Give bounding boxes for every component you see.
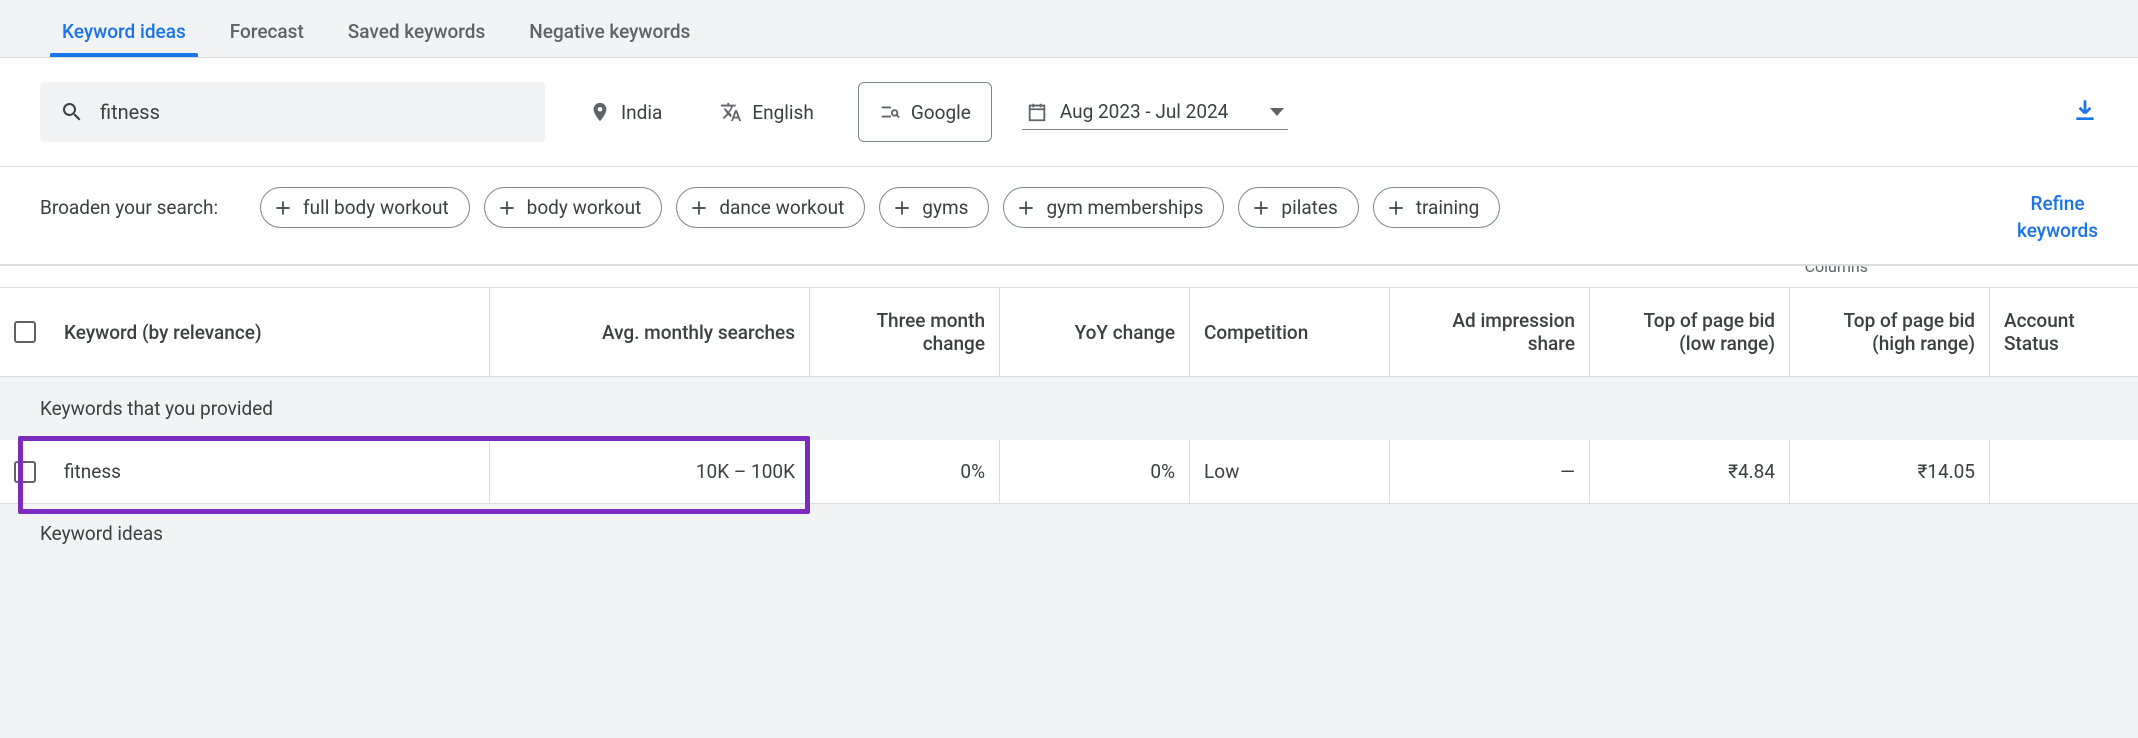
tab-forecast[interactable]: Forecast — [208, 8, 326, 57]
tabs-bar: Keyword ideas Forecast Saved keywords Ne… — [0, 0, 2138, 58]
cell-competition: Low — [1190, 440, 1390, 503]
network-value: Google — [911, 101, 971, 124]
search-value: fitness — [100, 100, 160, 124]
tab-saved-keywords[interactable]: Saved keywords — [326, 8, 508, 57]
broaden-chip-pilates[interactable]: pilates — [1238, 187, 1358, 228]
col-competition[interactable]: Competition — [1190, 288, 1390, 376]
location-filter[interactable]: India — [575, 93, 676, 132]
col-keyword[interactable]: Keyword (by relevance) — [50, 288, 490, 376]
download-button[interactable] — [2072, 97, 2098, 128]
search-settings-icon — [879, 101, 901, 123]
date-range-filter[interactable]: Aug 2023 - Jul 2024 — [1022, 94, 1289, 130]
select-all-checkbox[interactable] — [14, 321, 36, 343]
search-icon — [60, 100, 84, 124]
cell-avg: 10K – 100K — [490, 440, 810, 503]
col-account-status[interactable]: Account Status — [1990, 288, 2138, 376]
plus-icon — [1251, 198, 1271, 218]
refine-keywords-link[interactable]: Refinekeywords — [2017, 187, 2098, 244]
plus-icon — [273, 198, 293, 218]
broaden-chip-full-body-workout[interactable]: full body workout — [260, 187, 470, 228]
plus-icon — [689, 198, 709, 218]
broaden-chip-dance-workout[interactable]: dance workout — [676, 187, 865, 228]
broaden-chip-body-workout[interactable]: body workout — [484, 187, 663, 228]
tab-keyword-ideas[interactable]: Keyword ideas — [40, 8, 208, 57]
table-row: fitness 10K – 100K 0% 0% Low — ₹4.84 ₹14… — [0, 440, 2138, 504]
col-bid-high[interactable]: Top of page bid (high range) — [1790, 288, 1990, 376]
col-avg-searches[interactable]: Avg. monthly searches — [490, 288, 810, 376]
cell-keyword: fitness — [50, 440, 490, 503]
cell-yoy: 0% — [1000, 440, 1190, 503]
location-pin-icon — [589, 101, 611, 123]
broaden-row: Broaden your search: full body workout b… — [0, 167, 2138, 265]
cell-bid-low: ₹4.84 — [1590, 440, 1790, 503]
search-input[interactable]: fitness — [40, 82, 545, 142]
col-bid-low[interactable]: Top of page bid (low range) — [1590, 288, 1790, 376]
col-three-month[interactable]: Three month change — [810, 288, 1000, 376]
section-provided-label: Keywords that you provided — [0, 377, 2138, 440]
plus-icon — [1016, 198, 1036, 218]
search-row: fitness India English Google Aug 2023 - … — [0, 58, 2138, 167]
location-value: India — [621, 101, 662, 124]
translate-icon — [720, 101, 742, 123]
broaden-label: Broaden your search: — [40, 187, 220, 222]
chevron-down-icon — [1270, 108, 1284, 116]
plus-icon — [1386, 198, 1406, 218]
date-range-value: Aug 2023 - Jul 2024 — [1060, 100, 1229, 123]
section-ideas-label: Keyword ideas — [0, 504, 2138, 549]
network-filter[interactable]: Google — [858, 82, 992, 142]
cell-account — [1990, 440, 2138, 503]
row-checkbox[interactable] — [14, 461, 36, 483]
table-header: Keyword (by relevance) Avg. monthly sear… — [0, 287, 2138, 377]
cell-ad-impression: — — [1390, 440, 1590, 503]
cell-three-month: 0% — [810, 440, 1000, 503]
columns-hint: Columns — [0, 265, 2138, 287]
download-icon — [2072, 97, 2098, 123]
tab-negative-keywords[interactable]: Negative keywords — [507, 8, 712, 57]
language-filter[interactable]: English — [706, 93, 827, 132]
broaden-chip-gyms[interactable]: gyms — [879, 187, 989, 228]
plus-icon — [497, 198, 517, 218]
col-yoy[interactable]: YoY change — [1000, 288, 1190, 376]
cell-bid-high: ₹14.05 — [1790, 440, 1990, 503]
broaden-chip-training[interactable]: training — [1373, 187, 1501, 228]
plus-icon — [892, 198, 912, 218]
broaden-chip-gym-memberships[interactable]: gym memberships — [1003, 187, 1224, 228]
broaden-chips: full body workout body workout dance wor… — [260, 187, 1977, 228]
col-ad-impression[interactable]: Ad impression share — [1390, 288, 1590, 376]
calendar-icon — [1026, 101, 1048, 123]
language-value: English — [752, 101, 813, 124]
